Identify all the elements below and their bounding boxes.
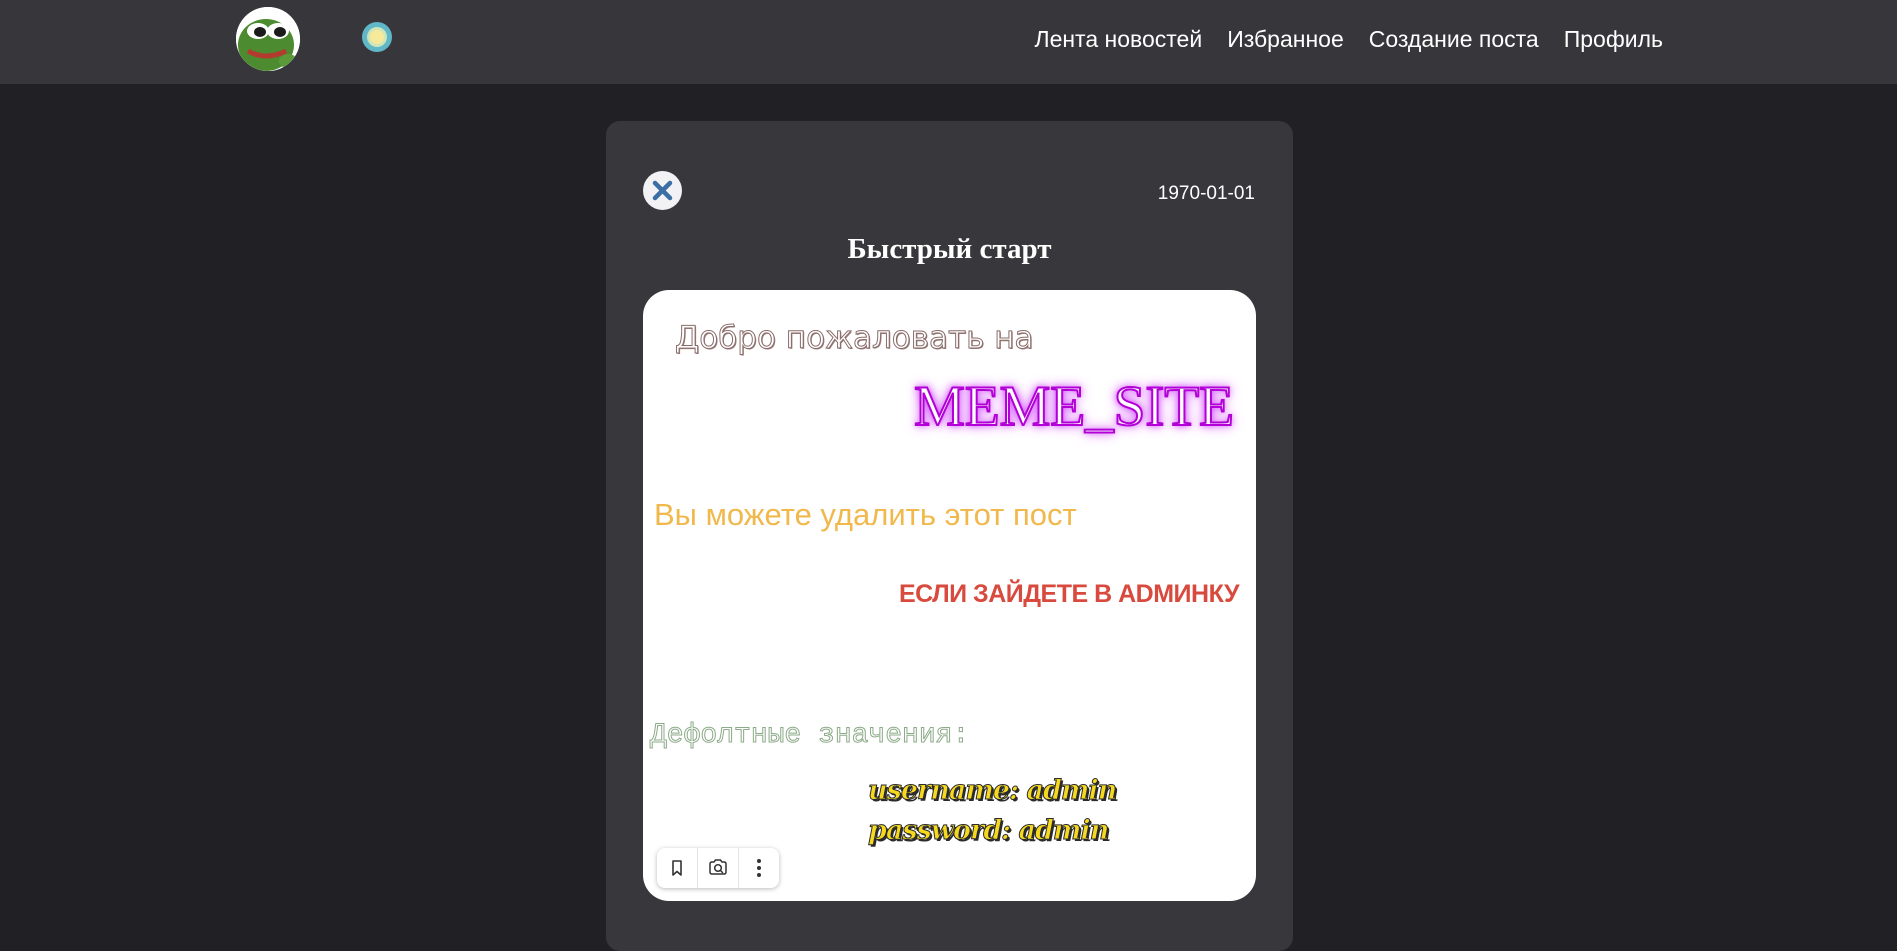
bookmark-icon — [672, 860, 682, 876]
meme-welcome-text: Добро пожаловать на — [674, 320, 1034, 357]
post-date: 1970-01-01 — [1157, 183, 1255, 204]
nav-link-favorites[interactable]: Избранное — [1227, 22, 1344, 56]
meme-username: username: admin — [867, 775, 1117, 807]
nav-link-create-post[interactable]: Создание поста — [1369, 22, 1539, 56]
meme-brand-text: MEME_SITE — [913, 374, 1235, 439]
post-card: 1970-01-01 Быстрый старт Добро пожаловат… — [606, 121, 1293, 951]
nav-link-feed[interactable]: Лента новостей — [1034, 22, 1202, 56]
close-button[interactable] — [643, 171, 682, 210]
bookmark-button[interactable] — [657, 848, 698, 888]
post-image: Добро пожаловать на MEME_SITE Вы можете … — [643, 290, 1256, 901]
meme-defaults-label: Дефолтные значения: — [649, 720, 970, 752]
nav-link-profile[interactable]: Профиль — [1564, 22, 1663, 56]
meme-password: password: admin — [867, 815, 1109, 847]
image-toolbar — [657, 848, 779, 888]
sun-icon — [362, 22, 392, 52]
close-icon — [652, 180, 673, 201]
more-options-button[interactable] — [739, 848, 779, 888]
post-title: Быстрый старт — [847, 233, 1052, 265]
meme-delete-hint: Вы можете удалить этот пост — [654, 497, 1077, 532]
visual-search-button[interactable] — [698, 848, 739, 888]
nav-links: Лента новостей Избранное Создание поста … — [1034, 22, 1663, 56]
meme-admin-hint: ЕСЛИ ЗАЙДЕТЕ В ADMИНКУ — [898, 580, 1240, 608]
theme-toggle[interactable] — [361, 21, 393, 53]
pepe-frog-icon — [236, 7, 300, 71]
more-vertical-icon — [757, 859, 761, 877]
site-logo[interactable] — [236, 7, 300, 71]
top-navbar: Лента новостей Избранное Создание поста … — [0, 0, 1897, 84]
camera-search-icon — [709, 859, 727, 875]
